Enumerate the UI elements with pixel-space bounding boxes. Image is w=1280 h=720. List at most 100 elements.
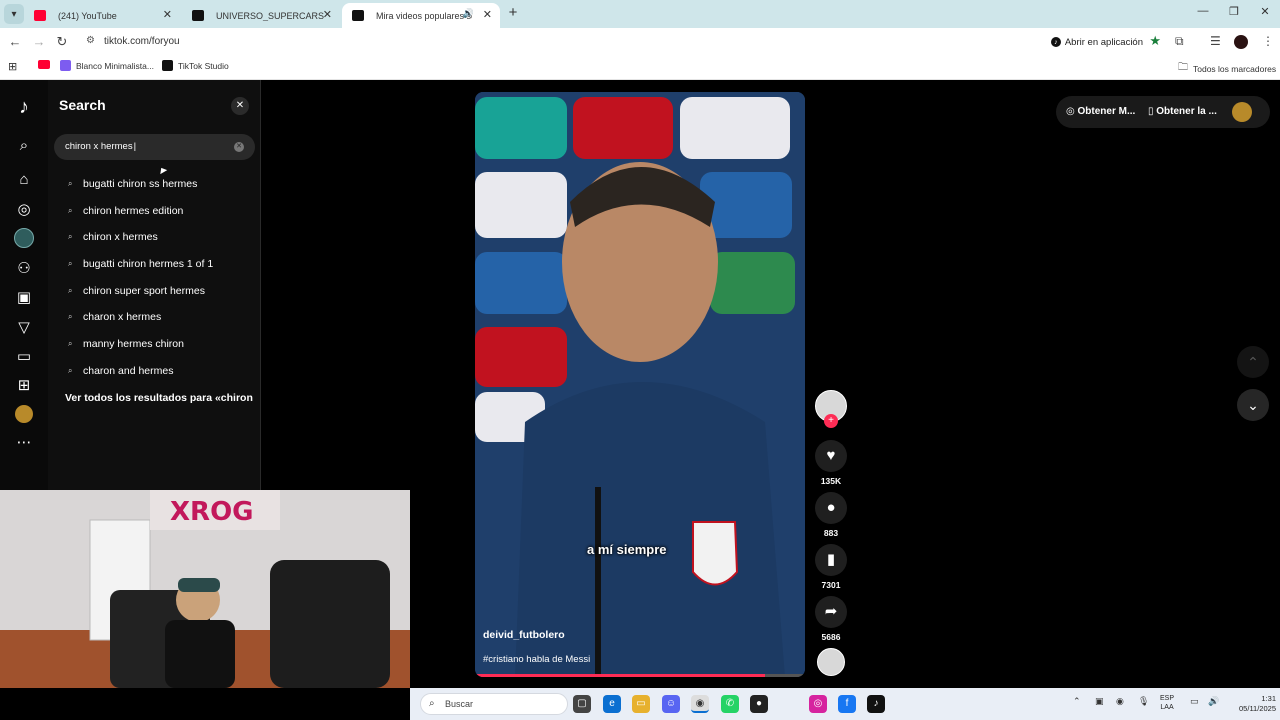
reload-button[interactable]: ↻ xyxy=(53,33,71,51)
comment-button[interactable]: ● xyxy=(815,492,847,524)
search-icon: ⌕ xyxy=(68,232,73,241)
home-icon[interactable]: ⌂ xyxy=(12,169,36,191)
search-icon[interactable]: ⌕ xyxy=(12,135,36,157)
search-suggestion[interactable]: ⌕ bugatti chiron hermes 1 of 1 xyxy=(68,254,213,274)
language-code: ESP xyxy=(1160,695,1175,702)
apps-icon[interactable]: ⊞ xyxy=(8,60,17,73)
tab-search-button[interactable]: ▾ xyxy=(4,4,24,24)
all-bookmarks-button[interactable]: 🗀 Todos los marcadores xyxy=(1178,60,1276,77)
suggestion-label: manny hermes chiron xyxy=(83,338,184,350)
close-icon[interactable]: ✕ xyxy=(323,8,332,21)
like-button[interactable]: ♥ xyxy=(815,440,847,472)
search-input[interactable]: chiron x hermes ✕ xyxy=(54,134,255,160)
media-control-icon[interactable]: ☰ xyxy=(1210,34,1221,48)
bookmark-star-icon[interactable]: ★ xyxy=(1149,33,1161,49)
search-suggestion[interactable]: ⌕ manny hermes chiron xyxy=(68,334,184,354)
next-video-button[interactable]: ⌄ xyxy=(1237,389,1269,421)
get-app-button[interactable]: ▯ Obtener la ... xyxy=(1148,106,1217,117)
tiktok-icon[interactable]: ♪ xyxy=(867,695,885,713)
discord-icon[interactable]: ☺ xyxy=(662,695,680,713)
search-suggestion[interactable]: ⌕ chiron hermes edition xyxy=(68,201,183,221)
see-all-results-link[interactable]: Ver todos los resultados para «chiron x … xyxy=(65,392,255,404)
clear-icon[interactable]: ✕ xyxy=(234,142,244,152)
video-progress-bar[interactable] xyxy=(475,674,805,677)
address-bar[interactable]: ⚙ tiktok.com/foryou ♪ Abrir en aplicació… xyxy=(80,31,1165,53)
close-icon[interactable]: ✕ xyxy=(163,8,172,21)
share-button[interactable]: ➦ xyxy=(815,596,847,628)
taskbar-search-label: Buscar xyxy=(445,699,474,709)
open-in-app-button[interactable]: ♪ Abrir en aplicación xyxy=(1050,34,1143,50)
bookmark-label: TikTok Studio xyxy=(178,60,229,71)
whatsapp-icon[interactable]: ✆ xyxy=(721,695,739,713)
language-indicator[interactable]: ESP LAA xyxy=(1160,694,1174,712)
video-caption: a mí siempre xyxy=(587,542,667,557)
search-icon: ⌕ xyxy=(68,206,73,215)
edge-icon[interactable]: e xyxy=(603,695,621,713)
activity-icon[interactable]: ▭ xyxy=(12,346,36,368)
following-avatar[interactable] xyxy=(12,228,36,250)
upload-icon[interactable]: ⊞ xyxy=(12,375,36,397)
extensions-icon[interactable]: ⧉ xyxy=(1175,34,1184,49)
explore-icon[interactable]: ◎ xyxy=(12,199,36,221)
site-info-icon[interactable]: ⚙ xyxy=(86,35,95,46)
search-suggestion[interactable]: ⌕ chiron x hermes xyxy=(68,227,158,247)
bookmark-youtube[interactable] xyxy=(38,60,50,69)
search-suggestion[interactable]: ⌕ chiron super sport hermes xyxy=(68,281,205,301)
tab-universo[interactable]: UNIVERSO_SUPERCARS (@universo ✕ xyxy=(182,3,340,28)
close-icon[interactable]: ✕ xyxy=(483,8,492,21)
microphone-icon[interactable]: 🎙 xyxy=(1138,696,1149,707)
restore-button[interactable]: ❐ xyxy=(1224,5,1244,18)
speaker-icon[interactable]: 🔊 xyxy=(463,8,474,19)
network-icon[interactable]: ▭ xyxy=(1190,696,1199,707)
task-view-icon[interactable]: ▢ xyxy=(573,695,591,713)
like-count: 135K xyxy=(820,476,842,486)
back-button[interactable]: ← xyxy=(6,33,24,51)
tray-app-icon[interactable]: ◉ xyxy=(1116,696,1124,707)
video-hashtag[interactable]: #cristiano habla de Messi xyxy=(483,654,590,665)
tray-chevron-icon[interactable]: ⌃ xyxy=(1073,696,1081,707)
tiktok-icon xyxy=(352,10,364,21)
file-explorer-icon[interactable]: ▭ xyxy=(632,695,650,713)
bookmark-canva[interactable]: Blanco Minimalista... xyxy=(60,60,154,71)
follow-button[interactable]: + xyxy=(824,414,838,428)
obs-icon[interactable]: ● xyxy=(750,695,768,713)
close-window-button[interactable]: ✕ xyxy=(1255,5,1275,18)
tab-youtube[interactable]: (241) YouTube ✕ xyxy=(24,3,180,28)
close-icon[interactable]: ✕ xyxy=(231,97,249,115)
forward-button[interactable]: → xyxy=(30,33,48,51)
tab-tiktok-active[interactable]: Mira videos populares sele 🔊 ✕ xyxy=(342,3,500,28)
search-suggestion[interactable]: ⌕ charon and hermes xyxy=(68,361,173,381)
search-icon: ⌕ xyxy=(68,286,73,295)
friends-icon[interactable]: ⚇ xyxy=(12,258,36,280)
save-button[interactable]: ▮ xyxy=(815,544,847,576)
more-icon[interactable]: ⋯ xyxy=(12,432,36,454)
facebook-icon[interactable]: f xyxy=(838,695,856,713)
screen: ▾ (241) YouTube ✕ UNIVERSO_SUPERCARS (@u… xyxy=(0,0,1280,720)
messages-icon[interactable]: ▽ xyxy=(12,317,36,339)
bookmark-label: Blanco Minimalista... xyxy=(76,60,154,71)
video-author[interactable]: deivid_futbolero xyxy=(483,629,565,641)
new-tab-button[interactable]: + xyxy=(504,4,522,22)
previous-video-button[interactable]: ⌃ xyxy=(1237,346,1269,378)
video-player[interactable]: a mí siempre deivid_futbolero #cristiano… xyxy=(475,92,805,677)
profile-avatar[interactable] xyxy=(1232,102,1252,122)
instagram-icon[interactable]: ◎ xyxy=(809,695,827,713)
get-coins-button[interactable]: ◎ Obtener M... xyxy=(1066,106,1135,117)
profile-avatar[interactable] xyxy=(12,405,36,427)
volume-icon[interactable]: 🔊 xyxy=(1208,696,1219,707)
profile-avatar[interactable] xyxy=(1234,35,1248,49)
bookmark-tiktok-studio[interactable]: TikTok Studio xyxy=(162,60,229,71)
all-bookmarks-label: Todos los marcadores xyxy=(1193,63,1277,74)
live-icon[interactable]: ▣ xyxy=(12,287,36,309)
chrome-icon[interactable]: ◉ xyxy=(691,695,709,713)
sound-avatar[interactable] xyxy=(817,648,845,676)
taskbar-search[interactable]: ⌕ Buscar xyxy=(420,693,568,715)
tiktok-logo-icon[interactable]: ♪ xyxy=(12,96,36,118)
minimize-button[interactable]: — xyxy=(1193,5,1213,17)
tray-app-icon[interactable]: ▣ xyxy=(1095,696,1104,707)
menu-icon[interactable]: ⋮ xyxy=(1262,34,1274,48)
open-in-app-label: Abrir en aplicación xyxy=(1064,36,1143,48)
search-suggestion[interactable]: ⌕ bugatti chiron ss hermes xyxy=(68,174,197,194)
search-suggestion[interactable]: ⌕ charon x hermes xyxy=(68,307,161,327)
clock[interactable]: 1:31 05/11/2025 xyxy=(1228,694,1276,714)
